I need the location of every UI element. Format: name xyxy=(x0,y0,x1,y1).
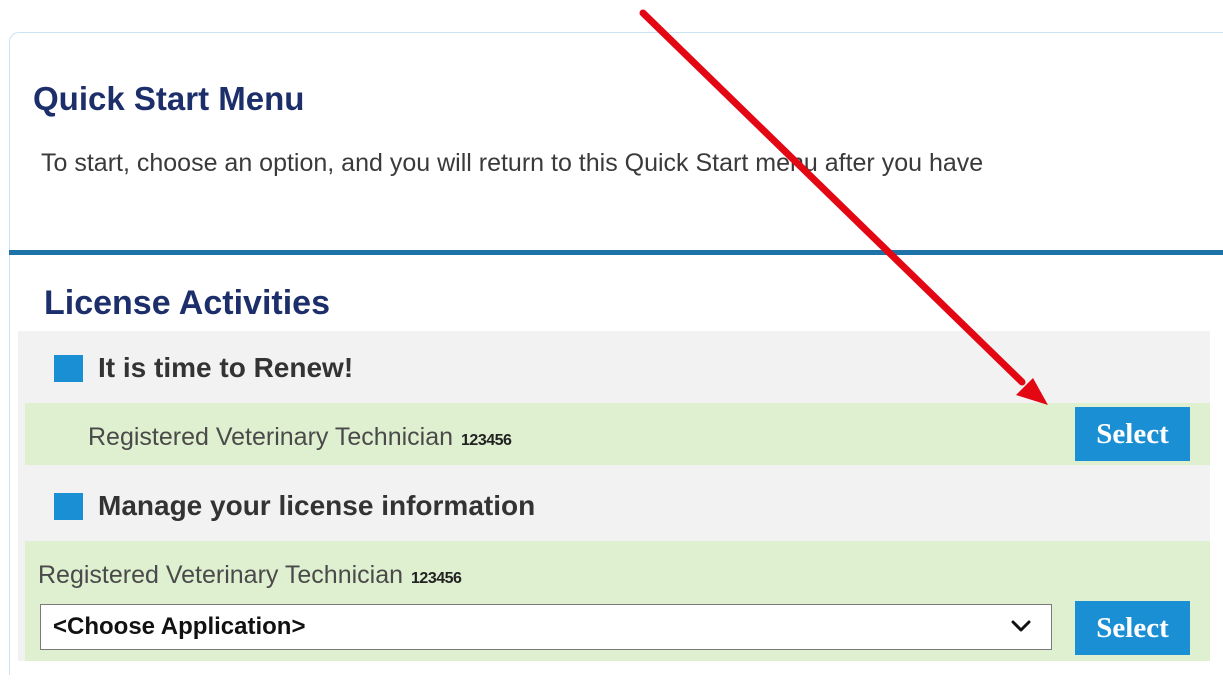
manage-section-heading: Manage your license information xyxy=(54,490,535,522)
chevron-down-icon xyxy=(1011,620,1031,632)
quick-start-title: Quick Start Menu xyxy=(33,80,305,117)
square-bullet-icon xyxy=(54,492,83,520)
manage-heading-text: Manage your license information xyxy=(98,490,536,521)
manage-select-button[interactable]: Select xyxy=(1075,601,1190,655)
square-bullet-icon xyxy=(54,354,83,382)
renew-heading-text: It is time to Renew! xyxy=(98,352,354,383)
renew-select-button[interactable]: Select xyxy=(1075,407,1190,461)
application-dropdown[interactable]: <Choose Application> xyxy=(40,604,1052,650)
application-dropdown-value: <Choose Application> xyxy=(53,613,306,640)
renew-section-heading: It is time to Renew! xyxy=(54,352,353,384)
manage-license-number: 123456 xyxy=(411,570,462,587)
license-activities-title: License Activities xyxy=(44,284,330,322)
quick-start-panel xyxy=(9,32,1223,250)
renew-license-row: Registered Veterinary Technician 123456 xyxy=(25,403,1210,465)
section-divider xyxy=(9,250,1223,255)
renew-license-name: Registered Veterinary Technician xyxy=(88,423,454,451)
manage-license-name: Registered Veterinary Technician xyxy=(38,561,404,589)
quick-start-description: To start, choose an option, and you will… xyxy=(41,149,984,177)
renew-license-number: 123456 xyxy=(461,432,512,449)
panel-border-left xyxy=(9,255,10,675)
